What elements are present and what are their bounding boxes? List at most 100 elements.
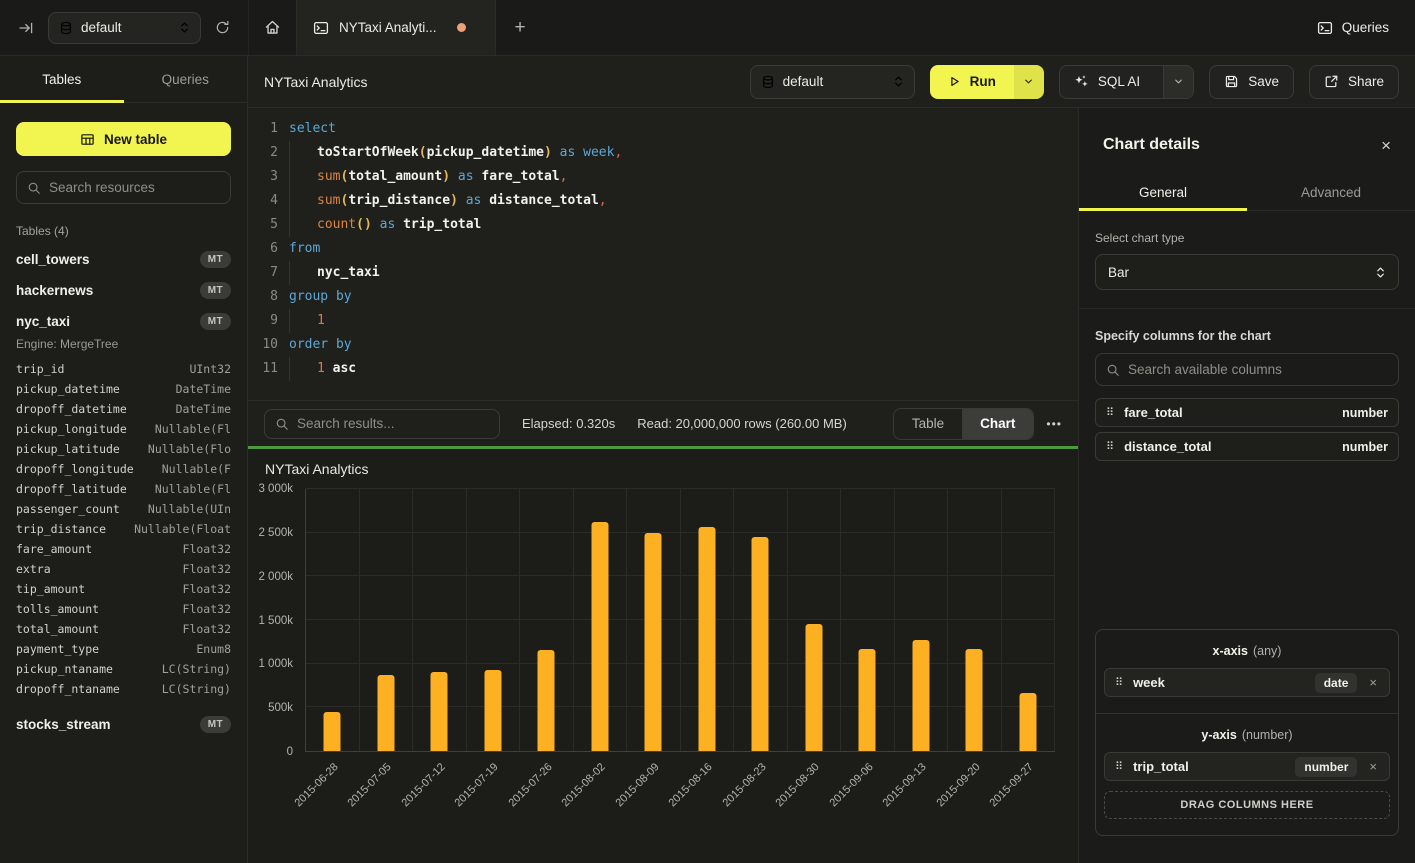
column-name: trip_distance [16,522,106,536]
queries-button[interactable]: Queries [1317,20,1389,36]
ellipsis-icon: ••• [1046,417,1062,431]
view-toggle-chart[interactable]: Chart [962,409,1033,439]
remove-column-button[interactable]: × [1367,675,1379,690]
view-toggle-table[interactable]: Table [894,409,962,439]
save-button[interactable]: Save [1209,65,1294,99]
chip-name: week [1133,675,1305,690]
share-button[interactable]: Share [1309,65,1399,99]
close-panel-button[interactable]: × [1381,137,1391,154]
column-chip-trip_total[interactable]: ⠿trip_totalnumber× [1104,752,1390,781]
token: () [356,217,372,232]
column-item[interactable]: dropoff_latitudeNullable(Fl [0,479,247,499]
bar-2015-09-27[interactable] [1019,693,1036,751]
sql-ai-options-button[interactable] [1163,66,1193,98]
table-item-stocks_stream[interactable]: stocks_streamMT [0,709,247,740]
x-tick-label: 2015-09-13 [881,761,929,809]
sidebar-tab-queries[interactable]: Queries [124,56,248,102]
line-number: 4 [248,189,278,213]
bar-2015-09-20[interactable] [966,649,983,751]
column-item[interactable]: tolls_amountFloat32 [0,599,247,619]
sql-editor[interactable]: 1select2toStartOfWeek(pickup_datetime) a… [248,108,1078,400]
code-content: toStartOfWeek(pickup_datetime) as week, [278,141,622,165]
bar-2015-06-28[interactable] [324,712,341,751]
collapse-sidebar-button[interactable] [12,14,40,42]
y-axis-section: y-axis(number) ⠿trip_totalnumber× DRAG C… [1096,713,1398,835]
bar-2015-08-30[interactable] [805,624,822,752]
bar-2015-07-05[interactable] [377,675,394,751]
toolbar-database-select[interactable]: default [750,65,915,99]
column-item[interactable]: pickup_datetimeDateTime [0,379,247,399]
line-number: 10 [248,333,278,357]
topbar-database-select[interactable]: default [48,12,201,44]
column-type: DateTime [176,382,231,396]
table-item-nyc_taxi[interactable]: nyc_taxiMT [0,306,247,337]
column-item[interactable]: pickup_longitudeNullable(Fl [0,419,247,439]
bar-2015-07-12[interactable] [431,672,448,751]
new-table-button[interactable]: New table [16,122,231,156]
column-chip-distance_total[interactable]: ⠿distance_totalnumber [1095,432,1399,461]
column-type: DateTime [176,402,231,416]
drop-zone[interactable]: DRAG COLUMNS HERE [1104,791,1390,819]
more-options-button[interactable]: ••• [1046,417,1062,431]
column-chip-fare_total[interactable]: ⠿fare_totalnumber [1095,398,1399,427]
home-button[interactable] [248,0,296,55]
column-item[interactable]: pickup_ntanameLC(String) [0,659,247,679]
sql-ai-button[interactable]: SQL AI [1060,66,1154,98]
chip-type-badge: date [1315,673,1358,693]
bar-2015-08-02[interactable] [591,522,608,751]
drag-handle-icon[interactable]: ⠿ [1115,676,1123,689]
drag-handle-icon[interactable]: ⠿ [1106,406,1114,419]
bar-2015-08-16[interactable] [698,527,715,751]
code-line: 10order by [248,333,1078,357]
column-item[interactable]: dropoff_datetimeDateTime [0,399,247,419]
chart-details-panel: Chart details × General Advanced Select … [1078,108,1415,863]
token: 1 [317,313,325,328]
tab-general[interactable]: General [1079,174,1247,210]
token: ( [419,145,427,160]
tabstrip: NYTaxi Analyti... + [248,0,1317,55]
search-icon [27,181,41,195]
column-item[interactable]: extraFloat32 [0,559,247,579]
column-item[interactable]: dropoff_longitudeNullable(F [0,459,247,479]
column-item[interactable]: tip_amountFloat32 [0,579,247,599]
column-item[interactable]: payment_typeEnum8 [0,639,247,659]
column-chip-week[interactable]: ⠿ week date × [1104,668,1390,697]
table-item-hackernews[interactable]: hackernewsMT [0,275,247,306]
chart-type-select[interactable]: Bar [1095,254,1399,290]
column-item[interactable]: total_amountFloat32 [0,619,247,639]
remove-column-button[interactable]: × [1367,759,1379,774]
code-content: 1 [278,309,325,333]
y-tick-label: 1 000k [258,658,293,670]
drag-handle-icon[interactable]: ⠿ [1106,440,1114,453]
bar-2015-09-13[interactable] [912,640,929,751]
table-item-cell_towers[interactable]: cell_towersMT [0,244,247,275]
column-item[interactable]: trip_idUInt32 [0,359,247,379]
results-search-input[interactable] [297,416,489,431]
refresh-button[interactable] [209,14,236,41]
new-tab-button[interactable]: + [496,0,544,55]
bar-2015-07-26[interactable] [538,650,555,751]
column-item[interactable]: passenger_countNullable(UIn [0,499,247,519]
token: total_amount [348,169,442,184]
x-tick-label: 2015-07-26 [506,761,554,809]
sql-ai-button-group[interactable]: SQL AI [1059,65,1194,99]
run-options-button[interactable] [1014,65,1044,99]
engine-badge: MT [200,251,231,268]
bar-2015-09-06[interactable] [859,649,876,751]
bar-2015-08-09[interactable] [645,533,662,751]
sidebar-tab-tables[interactable]: Tables [0,56,124,102]
drag-handle-icon[interactable]: ⠿ [1115,760,1123,773]
columns-search-input[interactable] [1128,362,1388,377]
column-item[interactable]: fare_amountFloat32 [0,539,247,559]
bar-2015-07-19[interactable] [484,670,501,751]
tab-nytaxi-analytics[interactable]: NYTaxi Analyti... [296,0,496,55]
column-item[interactable]: dropoff_ntanameLC(String) [0,679,247,699]
columns-section-label: Specify columns for the chart [1095,329,1399,343]
column-item[interactable]: pickup_latitudeNullable(Flo [0,439,247,459]
tab-advanced[interactable]: Advanced [1247,174,1415,210]
sidebar-search-input[interactable] [49,180,220,195]
run-button[interactable]: Run [930,65,1014,99]
code-line: 3sum(total_amount) as fare_total, [248,165,1078,189]
column-item[interactable]: trip_distanceNullable(Float [0,519,247,539]
bar-2015-08-23[interactable] [752,537,769,751]
